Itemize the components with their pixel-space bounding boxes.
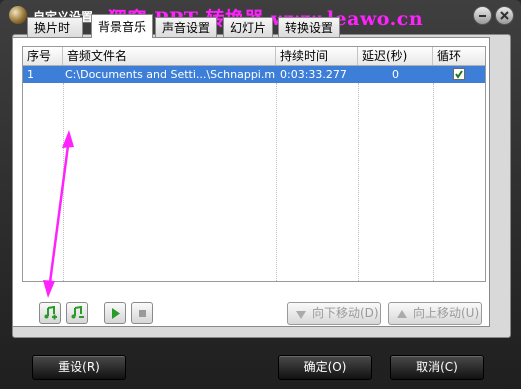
tab-background-music[interactable]: 背景音乐 (91, 14, 153, 38)
annotation-arrow (43, 130, 74, 298)
dialog-window: 自定义设置: 狸窝 PPT 转换器 www.leawo.cn 换片时间 背景音乐… (0, 0, 521, 389)
